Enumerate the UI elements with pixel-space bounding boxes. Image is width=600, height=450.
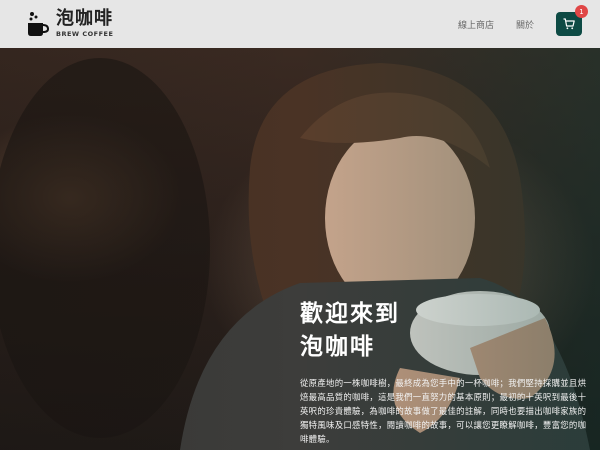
cart-button[interactable]: 1 xyxy=(556,5,588,36)
cart-icon xyxy=(563,18,575,30)
hero-banner: 歡迎來到 泡咖啡 從原產地的一株咖啡樹，最終成為您手中的一杯咖啡；我們堅持採購並… xyxy=(0,48,600,450)
nav-menu: 線上商店 關於 1 xyxy=(436,5,588,36)
cart-count-badge: 1 xyxy=(575,5,588,18)
brand-logo-link[interactable]: 泡咖啡 BREW COFFEE xyxy=(26,10,113,38)
nav-link-about[interactable]: 關於 xyxy=(516,18,534,31)
hero-title-line2: 泡咖啡 xyxy=(300,334,375,360)
nav-link-shop[interactable]: 線上商店 xyxy=(458,18,494,31)
hero-description: 從原產地的一株咖啡樹，最終成為您手中的一杯咖啡；我們堅持採購並且烘焙最高品質的咖… xyxy=(300,378,587,444)
brand-name: 泡咖啡 xyxy=(56,8,113,30)
coffee-cup-icon xyxy=(28,12,50,36)
brand-subtitle: BREW COFFEE xyxy=(56,30,114,39)
hero-title: 歡迎來到 泡咖啡 xyxy=(300,298,590,364)
brand-text: 泡咖啡 BREW COFFEE xyxy=(56,10,113,38)
top-navbar: 泡咖啡 BREW COFFEE 線上商店 關於 1 xyxy=(0,0,600,48)
hero-title-line1: 歡迎來到 xyxy=(300,301,400,327)
hero-content: 歡迎來到 泡咖啡 從原產地的一株咖啡樹，最終成為您手中的一杯咖啡；我們堅持採購並… xyxy=(300,298,590,446)
